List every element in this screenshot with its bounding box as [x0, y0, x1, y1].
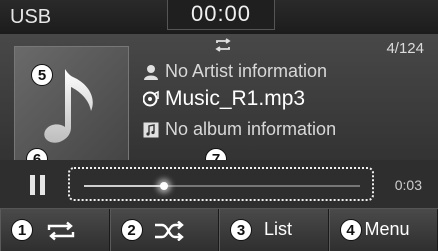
menu-button[interactable]: 4 Menu: [328, 209, 438, 251]
softkey-bar: 1 2 3 List 4 Menu: [0, 208, 438, 251]
album-art: 5: [14, 46, 129, 161]
disc-note-icon: [143, 91, 159, 107]
progress-area: 0:03: [0, 160, 438, 208]
album-row: No album information: [143, 119, 336, 140]
repeat-callout: 1: [11, 219, 33, 241]
artist-name: No Artist information: [165, 61, 328, 81]
status-bar: USB 00:00: [0, 0, 438, 34]
now-playing-panel: 5 4/124 No Artist information Music_R1.m…: [0, 34, 438, 170]
progress-knob[interactable]: [160, 182, 168, 190]
progress-track[interactable]: [84, 182, 360, 190]
track-title: Music_R1.mp3: [165, 87, 306, 110]
list-button[interactable]: 3 List: [219, 209, 329, 251]
pause-bar-right: [40, 175, 45, 195]
title-row: Music_R1.mp3: [143, 87, 305, 111]
usb-music-screen: USB 00:00 5 4/124 No Artist information …: [0, 0, 438, 251]
list-callout: 3: [230, 219, 252, 241]
repeat-indicator-icon: [215, 38, 231, 52]
shuffle-button[interactable]: 2: [109, 209, 219, 251]
track-counter: 4/124: [386, 40, 424, 57]
album-name: No album information: [165, 119, 337, 139]
album-icon: [143, 122, 159, 138]
menu-callout: 4: [339, 219, 362, 241]
pause-button[interactable]: [30, 175, 46, 195]
source-label: USB: [10, 6, 52, 28]
list-label: List: [264, 219, 293, 239]
shuffle-icon: [154, 221, 184, 241]
person-icon: [144, 65, 158, 81]
artist-row: No Artist information: [143, 61, 327, 82]
shuffle-callout: 2: [120, 219, 143, 241]
menu-label: Menu: [364, 219, 410, 239]
progress-bar[interactable]: [68, 167, 374, 201]
clock: 00:00: [167, 0, 275, 30]
repeat-icon: [47, 221, 75, 241]
pause-bar-left: [30, 175, 35, 195]
progress-fill: [84, 185, 164, 187]
elapsed-time: 0:03: [394, 177, 422, 193]
repeat-button[interactable]: 1: [0, 209, 110, 251]
album-art-callout: 5: [31, 64, 53, 86]
